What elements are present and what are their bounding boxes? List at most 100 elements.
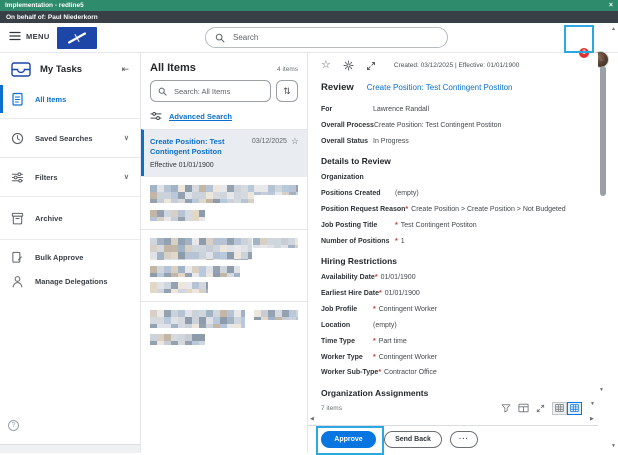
grid-item-count: 7 items: [321, 405, 342, 412]
section-heading: Details to Review: [321, 156, 582, 166]
filter-funnel-icon[interactable]: [501, 403, 511, 413]
redacted-text: [150, 282, 208, 293]
compact-grid-view-button[interactable]: [552, 402, 567, 415]
expand-grid-icon[interactable]: [536, 404, 545, 413]
sidebar-item-archive[interactable]: Archive: [0, 202, 140, 234]
section-heading: Hiring Restrictions: [321, 256, 582, 266]
help-icon[interactable]: ?: [8, 420, 19, 431]
field-value: Part time: [379, 338, 407, 346]
advanced-search-link[interactable]: Advanced Search: [169, 112, 232, 121]
review-label: Review: [321, 82, 354, 93]
more-actions-button[interactable]: ···: [450, 431, 478, 448]
sort-button[interactable]: ⇅: [276, 80, 298, 102]
task-detail-panel: ☆ Created: 03/12/2025 | Effective: 01/01…: [308, 53, 598, 425]
field-value: 01/01/1900: [381, 274, 416, 282]
field-label: Positions Created: [321, 190, 395, 198]
sidebar-item-all-items[interactable]: All Items: [0, 85, 140, 113]
review-title-link[interactable]: Create Position: Test Contingent Postito…: [367, 83, 513, 92]
chevron-down-icon: ∨: [124, 173, 129, 181]
logo-needle-icon: [66, 31, 88, 45]
redacted-date: [254, 310, 298, 320]
sidebar-item-filters[interactable]: Filters ∨: [0, 163, 140, 191]
task-date: 03/12/2025: [252, 137, 287, 145]
sidebar-item-bulk-approve[interactable]: Bulk Approve: [0, 245, 140, 269]
required-marker: *: [373, 354, 376, 362]
all-items-list-panel: All Items 4 items ⇅ Advanced Search Crea…: [140, 53, 308, 453]
list-search-field[interactable]: [150, 80, 271, 102]
list-item-redacted[interactable]: [141, 301, 307, 353]
search-icon: [215, 33, 225, 43]
company-logo[interactable]: [57, 27, 97, 49]
divider: [0, 118, 140, 119]
sidebar-title: My Tasks: [40, 64, 112, 75]
list-item-redacted[interactable]: [141, 176, 307, 229]
task-title[interactable]: Create Position: Test Contingent Postito…: [150, 137, 252, 157]
sidebar-item-label: Bulk Approve: [35, 253, 83, 262]
my-tasks-tray-icon: [11, 62, 31, 77]
field-label: Location: [321, 322, 373, 330]
field-label: Job Profile: [321, 306, 373, 314]
section-heading: Organization Assignments: [321, 388, 582, 398]
divider: [0, 157, 140, 158]
field-value: 1: [401, 238, 405, 246]
scroll-up-icon[interactable]: ▲: [599, 58, 604, 63]
hscroll-right-icon[interactable]: ▶: [590, 417, 594, 422]
task-action-bar: Approve Send Back ···: [308, 425, 598, 453]
inbox-badge: 3: [579, 48, 589, 58]
window-title-bar: Implementation - redline5 ×: [0, 0, 618, 11]
sidebar-item-saved-searches[interactable]: Saved Searches ∨: [0, 124, 140, 152]
close-icon[interactable]: ×: [609, 2, 613, 9]
field-value: Create Position: Test Contingent Postito…: [374, 122, 502, 130]
advanced-search-sliders-icon: [150, 111, 162, 121]
required-marker: *: [373, 338, 376, 346]
chevron-down-icon: ∨: [124, 134, 129, 142]
approve-button[interactable]: Approve: [321, 431, 376, 448]
field-label: Number of Positions: [321, 238, 395, 246]
search-icon: [158, 87, 167, 96]
scrollbar-thumb[interactable]: [600, 66, 606, 196]
redacted-text: [150, 210, 205, 221]
global-search[interactable]: [205, 27, 448, 48]
field-label: Worker Sub-Type: [321, 369, 378, 377]
send-back-button[interactable]: Send Back: [384, 431, 442, 448]
collapse-panel-icon[interactable]: ⇤: [121, 64, 129, 75]
sidebar-item-manage-delegations[interactable]: Manage Delegations: [0, 269, 140, 293]
window-title: Implementation - redline5: [5, 2, 84, 9]
window-scroll-up-icon[interactable]: ▲: [611, 27, 616, 32]
on-behalf-text: On behalf of: Paul Niederkorn: [6, 14, 98, 21]
archive-box-icon: [11, 212, 24, 225]
list-item-selected[interactable]: Create Position: Test Contingent Postito…: [141, 129, 307, 176]
my-tasks-sidebar: My Tasks ⇤ All Items Saved Searches ∨ Fi…: [0, 53, 140, 453]
grid-view-toggle: [552, 402, 582, 415]
gear-icon[interactable]: [343, 60, 354, 71]
favorite-star-icon[interactable]: ☆: [291, 137, 299, 146]
hscroll-left-icon[interactable]: ◀: [310, 417, 314, 422]
required-marker: *: [378, 369, 381, 377]
field-label: Overall Process: [321, 122, 374, 130]
global-search-input[interactable]: [231, 32, 438, 43]
list-item-redacted[interactable]: [141, 229, 307, 301]
field-value: Test Contingent Postiton: [401, 222, 477, 230]
sidebar-item-label: Saved Searches: [35, 134, 93, 143]
menu-button[interactable]: MENU: [9, 31, 50, 41]
app-header: MENU 3: [0, 23, 618, 53]
field-label: For: [321, 106, 373, 114]
field-label: Organization: [321, 174, 395, 182]
table-columns-icon[interactable]: [518, 403, 529, 413]
expanded-grid-view-button[interactable]: [567, 402, 582, 415]
window-scroll-down-icon[interactable]: ▼: [611, 444, 616, 449]
field-value: Contingent Worker: [379, 354, 437, 362]
favorite-star-icon[interactable]: ☆: [321, 60, 331, 71]
redacted-text: [150, 238, 252, 260]
field-value: Lawrence Randall: [373, 106, 429, 114]
scroll-down-icon[interactable]: ▼: [599, 388, 604, 393]
panel-scroll-down-icon[interactable]: ▼: [590, 402, 595, 407]
sort-icon: ⇅: [283, 86, 291, 97]
list-search-input[interactable]: [172, 86, 263, 97]
expand-icon[interactable]: [366, 61, 376, 71]
field-label: Job Posting Title: [321, 222, 395, 230]
redacted-date: [254, 185, 298, 195]
field-value: In Progress: [373, 138, 409, 146]
clipboard-icon: [11, 92, 24, 106]
created-effective-line: Created: 03/12/2025 | Effective: 01/01/1…: [394, 62, 520, 69]
